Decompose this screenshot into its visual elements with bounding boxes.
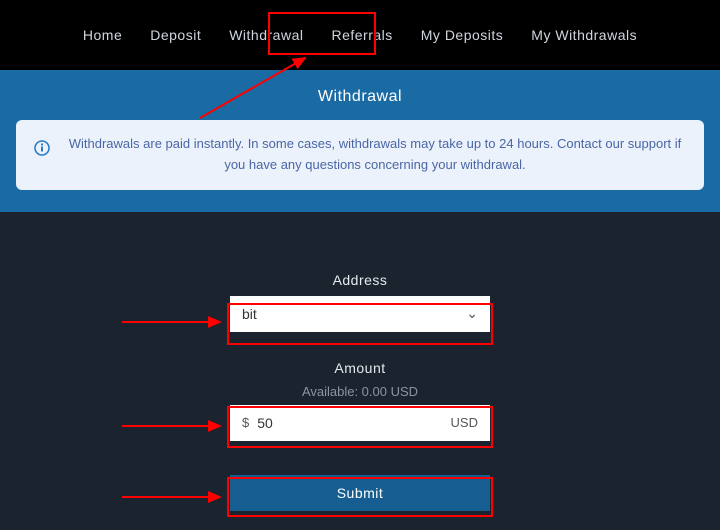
submit-button[interactable]: Submit: [230, 475, 490, 511]
top-nav: Home Deposit Withdrawal Referrals My Dep…: [0, 0, 720, 70]
available-balance: Available: 0.00 USD: [302, 384, 418, 399]
amount-label: Amount: [334, 360, 385, 376]
currency-suffix: USD: [451, 415, 478, 430]
nav-my-deposits[interactable]: My Deposits: [421, 27, 504, 43]
chevron-down-icon: ⌄: [466, 305, 478, 322]
nav-deposit[interactable]: Deposit: [150, 27, 201, 43]
address-select-value: bit: [242, 306, 466, 322]
address-select[interactable]: bit ⌄: [230, 296, 490, 332]
amount-input[interactable]: [249, 415, 450, 431]
nav-my-withdrawals[interactable]: My Withdrawals: [531, 27, 637, 43]
amount-input-wrapper: $ USD: [230, 405, 490, 441]
info-icon: [34, 140, 50, 156]
address-label: Address: [333, 272, 388, 288]
withdraw-form: Address bit ⌄ Amount Available: 0.00 USD…: [0, 212, 720, 511]
nav-withdrawal[interactable]: Withdrawal: [229, 27, 303, 43]
notice-box: Withdrawals are paid instantly. In some …: [16, 120, 704, 190]
nav-home[interactable]: Home: [83, 27, 122, 43]
nav-referrals[interactable]: Referrals: [331, 27, 392, 43]
hero-section: Withdrawal Withdrawals are paid instantl…: [0, 70, 720, 212]
page-title: Withdrawal: [16, 88, 704, 106]
notice-text: Withdrawals are paid instantly. In some …: [64, 134, 686, 176]
currency-prefix: $: [242, 415, 249, 430]
